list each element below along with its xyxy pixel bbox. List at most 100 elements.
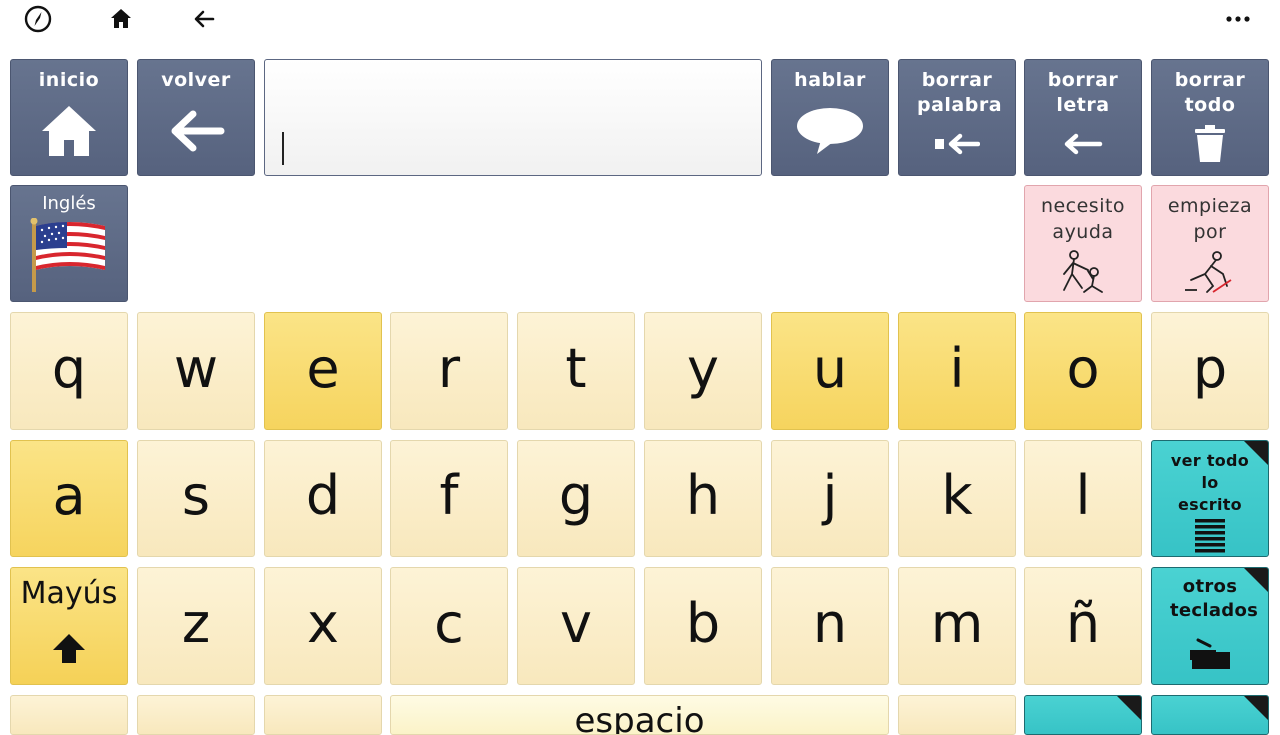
key-label: b: [685, 591, 721, 655]
bottom-key-4[interactable]: [898, 695, 1016, 735]
key-h[interactable]: h: [644, 440, 762, 557]
shift-label: Mayús: [20, 576, 118, 611]
home-icon[interactable]: [107, 5, 135, 33]
keyboards-icon: [1188, 623, 1232, 684]
language-button-label: Inglés: [42, 193, 96, 214]
other-keyboards-button[interactable]: otros teclados: [1151, 567, 1269, 685]
home-button-label: inicio: [38, 69, 100, 91]
key-w[interactable]: w: [137, 312, 255, 430]
home-button[interactable]: inicio: [10, 59, 128, 176]
delete-word-icon: [934, 118, 980, 169]
delete-letter-button[interactable]: borrar letra: [1024, 59, 1142, 176]
language-button[interactable]: Inglés: [10, 185, 128, 302]
key-label: q: [51, 336, 87, 400]
bottom-folder-1[interactable]: [1024, 695, 1142, 735]
bottom-key-1[interactable]: [10, 695, 128, 735]
trash-icon: [1194, 118, 1226, 169]
key-label: ñ: [1065, 591, 1101, 655]
phrase-starts-with-button[interactable]: empieza por: [1151, 185, 1269, 302]
key-o[interactable]: o: [1024, 312, 1142, 430]
key-l[interactable]: l: [1024, 440, 1142, 557]
us-flag-icon: [29, 217, 109, 297]
key-label: x: [307, 591, 339, 655]
back-arrow-icon[interactable]: [190, 5, 218, 33]
key-label: t: [565, 336, 587, 400]
bottom-key-3[interactable]: [264, 695, 382, 735]
folder-corner-marker: [1116, 696, 1141, 721]
backspace-arrow-icon: [1063, 118, 1103, 169]
key-label: l: [1075, 464, 1091, 527]
key-c[interactable]: c: [390, 567, 508, 685]
key-label: i: [949, 336, 965, 400]
folder-corner-marker: [1243, 441, 1268, 466]
bottom-key-2[interactable]: [137, 695, 255, 735]
key-a[interactable]: a: [10, 440, 128, 557]
speech-bubble-icon: [795, 93, 865, 169]
key-v[interactable]: v: [517, 567, 635, 685]
back-button-label: volver: [161, 69, 231, 91]
key-label: m: [930, 591, 984, 655]
bottom-folder-2[interactable]: [1151, 695, 1269, 735]
key-e[interactable]: e: [264, 312, 382, 430]
phrase-need-help-label: necesito ayuda: [1040, 195, 1126, 243]
back-button[interactable]: volver: [137, 59, 255, 176]
phrase-starts-with-label: empieza por: [1167, 195, 1253, 243]
other-keyboards-label: otros teclados: [1170, 576, 1259, 621]
see-all-written-label: ver todo lo escrito: [1170, 451, 1250, 514]
key-label: w: [173, 336, 219, 400]
key-f[interactable]: f: [390, 440, 508, 557]
key-label: o: [1066, 336, 1100, 400]
key-m[interactable]: m: [898, 567, 1016, 685]
key-p[interactable]: p: [1151, 312, 1269, 430]
key-s[interactable]: s: [137, 440, 255, 557]
see-all-written-button[interactable]: ver todo lo escrito: [1151, 440, 1269, 557]
key-label: z: [181, 591, 211, 655]
key-label: c: [434, 591, 464, 655]
house-icon: [40, 93, 98, 169]
key-d[interactable]: d: [264, 440, 382, 557]
key-i[interactable]: i: [898, 312, 1016, 430]
key-b[interactable]: b: [644, 567, 762, 685]
shift-button[interactable]: Mayús: [10, 567, 128, 685]
key-label: g: [558, 464, 594, 527]
key-label: u: [812, 336, 848, 400]
key-label: n: [812, 591, 848, 655]
compass-icon[interactable]: [24, 5, 52, 33]
key-label: k: [941, 464, 973, 527]
message-input[interactable]: [264, 59, 762, 176]
text-lines-icon: [1195, 516, 1225, 556]
speak-button[interactable]: hablar: [771, 59, 889, 176]
shift-arrow-icon: [51, 611, 87, 684]
key-j[interactable]: j: [771, 440, 889, 557]
folder-corner-marker: [1243, 696, 1268, 721]
key-z[interactable]: z: [137, 567, 255, 685]
key-n[interactable]: n: [771, 567, 889, 685]
key-label: v: [560, 591, 592, 655]
key-enye[interactable]: ñ: [1024, 567, 1142, 685]
phrase-need-help-button[interactable]: necesito ayuda: [1024, 185, 1142, 302]
text-caret: [282, 132, 284, 165]
key-label: y: [687, 336, 719, 400]
delete-all-button[interactable]: borrar todo: [1151, 59, 1269, 176]
starts-with-pictogram-icon: [1183, 245, 1237, 301]
key-t[interactable]: t: [517, 312, 635, 430]
space-button[interactable]: espacio: [390, 695, 889, 735]
key-k[interactable]: k: [898, 440, 1016, 557]
key-y[interactable]: y: [644, 312, 762, 430]
space-label: espacio: [574, 701, 705, 735]
delete-word-button[interactable]: borrar palabra: [898, 59, 1016, 176]
more-icon[interactable]: [1224, 5, 1252, 33]
key-q[interactable]: q: [10, 312, 128, 430]
key-x[interactable]: x: [264, 567, 382, 685]
key-label: f: [439, 464, 459, 527]
key-label: j: [822, 464, 838, 527]
speak-button-label: hablar: [794, 69, 866, 91]
arrow-left-icon: [167, 93, 225, 169]
delete-all-button-label: borrar todo: [1174, 69, 1246, 116]
need-help-pictogram-icon: [1058, 245, 1108, 301]
key-g[interactable]: g: [517, 440, 635, 557]
delete-word-button-label: borrar palabra: [917, 69, 1003, 116]
key-label: e: [306, 336, 340, 400]
key-r[interactable]: r: [390, 312, 508, 430]
key-u[interactable]: u: [771, 312, 889, 430]
